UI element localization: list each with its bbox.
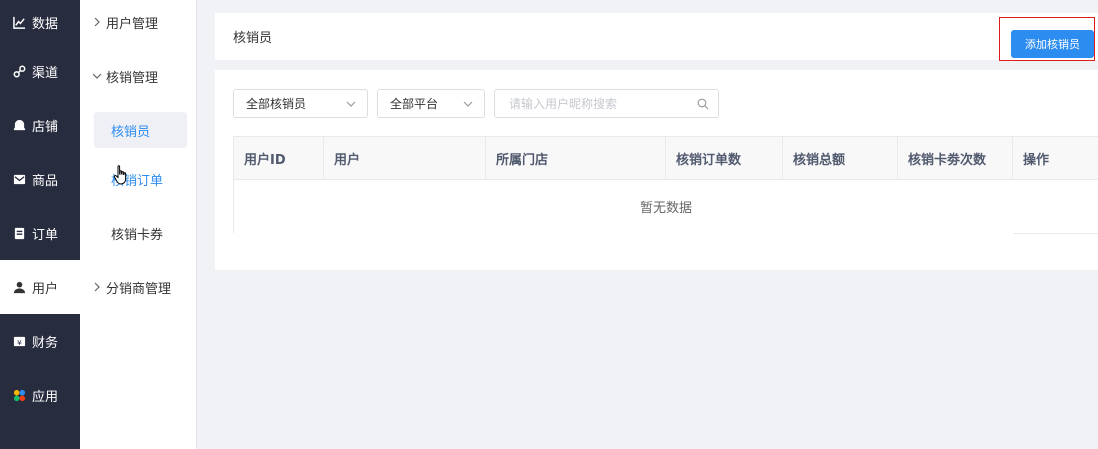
main-sidebar: 数据 渠道 店铺 商品 订单 用户 ¥ 财务 应用 <box>0 0 80 449</box>
link-icon <box>13 65 26 78</box>
nav-item-apps[interactable]: 应用 <box>0 368 80 422</box>
sub-item-label: 核销员 <box>111 124 151 140</box>
table-header: 用户ID 用户 所属门店 核销订单数 核销总额 核销卡劵次数 操作 <box>233 136 1098 180</box>
nav-item-label: 店铺 <box>32 119 59 135</box>
nav-item-channel[interactable]: 渠道 <box>0 44 80 98</box>
column-header: 用户ID <box>233 137 323 179</box>
column-header: 用户 <box>323 137 485 179</box>
add-verifier-button[interactable]: 添加核销员 <box>1011 30 1094 58</box>
sub-item-verifier[interactable]: 核销员 <box>80 108 196 152</box>
chevron-right-icon <box>92 17 102 27</box>
sub-group-label: 核销管理 <box>106 70 159 86</box>
chevron-down-icon <box>462 98 474 110</box>
nav-item-finance[interactable]: ¥ 财务 <box>0 314 80 368</box>
table-body: 暂无数据 <box>233 180 1098 234</box>
column-header: 操作 <box>1012 137 1098 179</box>
nav-item-label: 渠道 <box>32 65 59 81</box>
chart-line-icon <box>13 16 26 29</box>
empty-state: 暂无数据 <box>233 180 1098 234</box>
page-title: 核销员 <box>233 31 273 46</box>
apps-icon <box>13 389 26 402</box>
chevron-right-icon <box>92 282 102 292</box>
empty-text: 暂无数据 <box>639 201 692 216</box>
content-card: 全部核销员 全部平台 用户ID 用户 所属门店 核销订单数 核销总额 核销卡劵次… <box>215 70 1098 270</box>
sub-item-verification-coupon[interactable]: 核销卡券 <box>80 206 196 260</box>
nav-item-user[interactable]: 用户 <box>0 260 80 314</box>
nav-item-label: 用户 <box>32 281 59 297</box>
verifier-select-value: 全部核销员 <box>246 97 307 111</box>
nav-item-data[interactable]: 数据 <box>0 0 80 44</box>
nav-item-label: 数据 <box>32 16 59 32</box>
nav-item-order[interactable]: 订单 <box>0 206 80 260</box>
sub-item-verification-order[interactable]: 核销订单 <box>80 152 196 206</box>
nav-item-label: 财务 <box>32 335 59 351</box>
column-header: 核销卡劵次数 <box>897 137 1012 179</box>
search-box <box>494 89 719 118</box>
column-header: 核销订单数 <box>665 137 782 179</box>
search-icon[interactable] <box>697 98 709 110</box>
envelope-icon <box>13 173 26 186</box>
add-button-highlight: 添加核销员 <box>999 17 1095 61</box>
page-header: 核销员 <box>215 13 1098 60</box>
svg-text:¥: ¥ <box>17 337 22 346</box>
nav-item-label: 商品 <box>32 173 59 189</box>
nav-item-label: 订单 <box>32 227 59 243</box>
platform-select-value: 全部平台 <box>390 97 439 111</box>
verifier-select[interactable]: 全部核销员 <box>233 89 368 118</box>
column-header: 所属门店 <box>485 137 665 179</box>
verifier-table: 用户ID 用户 所属门店 核销订单数 核销总额 核销卡劵次数 操作 暂无数据 <box>233 136 1098 234</box>
sub-item-label: 核销卡券 <box>111 227 164 243</box>
store-icon <box>13 119 26 132</box>
hand-cursor-icon <box>113 164 131 186</box>
clipboard-icon <box>13 227 26 240</box>
sub-group-user-management[interactable]: 用户管理 <box>80 0 196 44</box>
search-input[interactable] <box>495 90 690 117</box>
chevron-down-icon <box>345 98 357 110</box>
column-header: 核销总额 <box>782 137 897 179</box>
border-mask <box>233 233 1013 234</box>
platform-select[interactable]: 全部平台 <box>377 89 485 118</box>
sub-group-verification-management[interactable]: 核销管理 <box>80 44 196 108</box>
sub-group-label: 分销商管理 <box>106 281 172 297</box>
chevron-down-icon <box>92 71 102 81</box>
nav-item-goods[interactable]: 商品 <box>0 152 80 206</box>
nav-item-label: 应用 <box>32 389 59 405</box>
money-icon: ¥ <box>13 335 26 348</box>
user-icon <box>13 281 26 294</box>
sub-sidebar: 用户管理 核销管理 核销员 核销订单 核销卡券 分销商管理 <box>80 0 197 449</box>
sub-group-distributor-management[interactable]: 分销商管理 <box>80 260 196 314</box>
nav-item-store[interactable]: 店铺 <box>0 98 80 152</box>
sub-group-label: 用户管理 <box>106 16 159 32</box>
